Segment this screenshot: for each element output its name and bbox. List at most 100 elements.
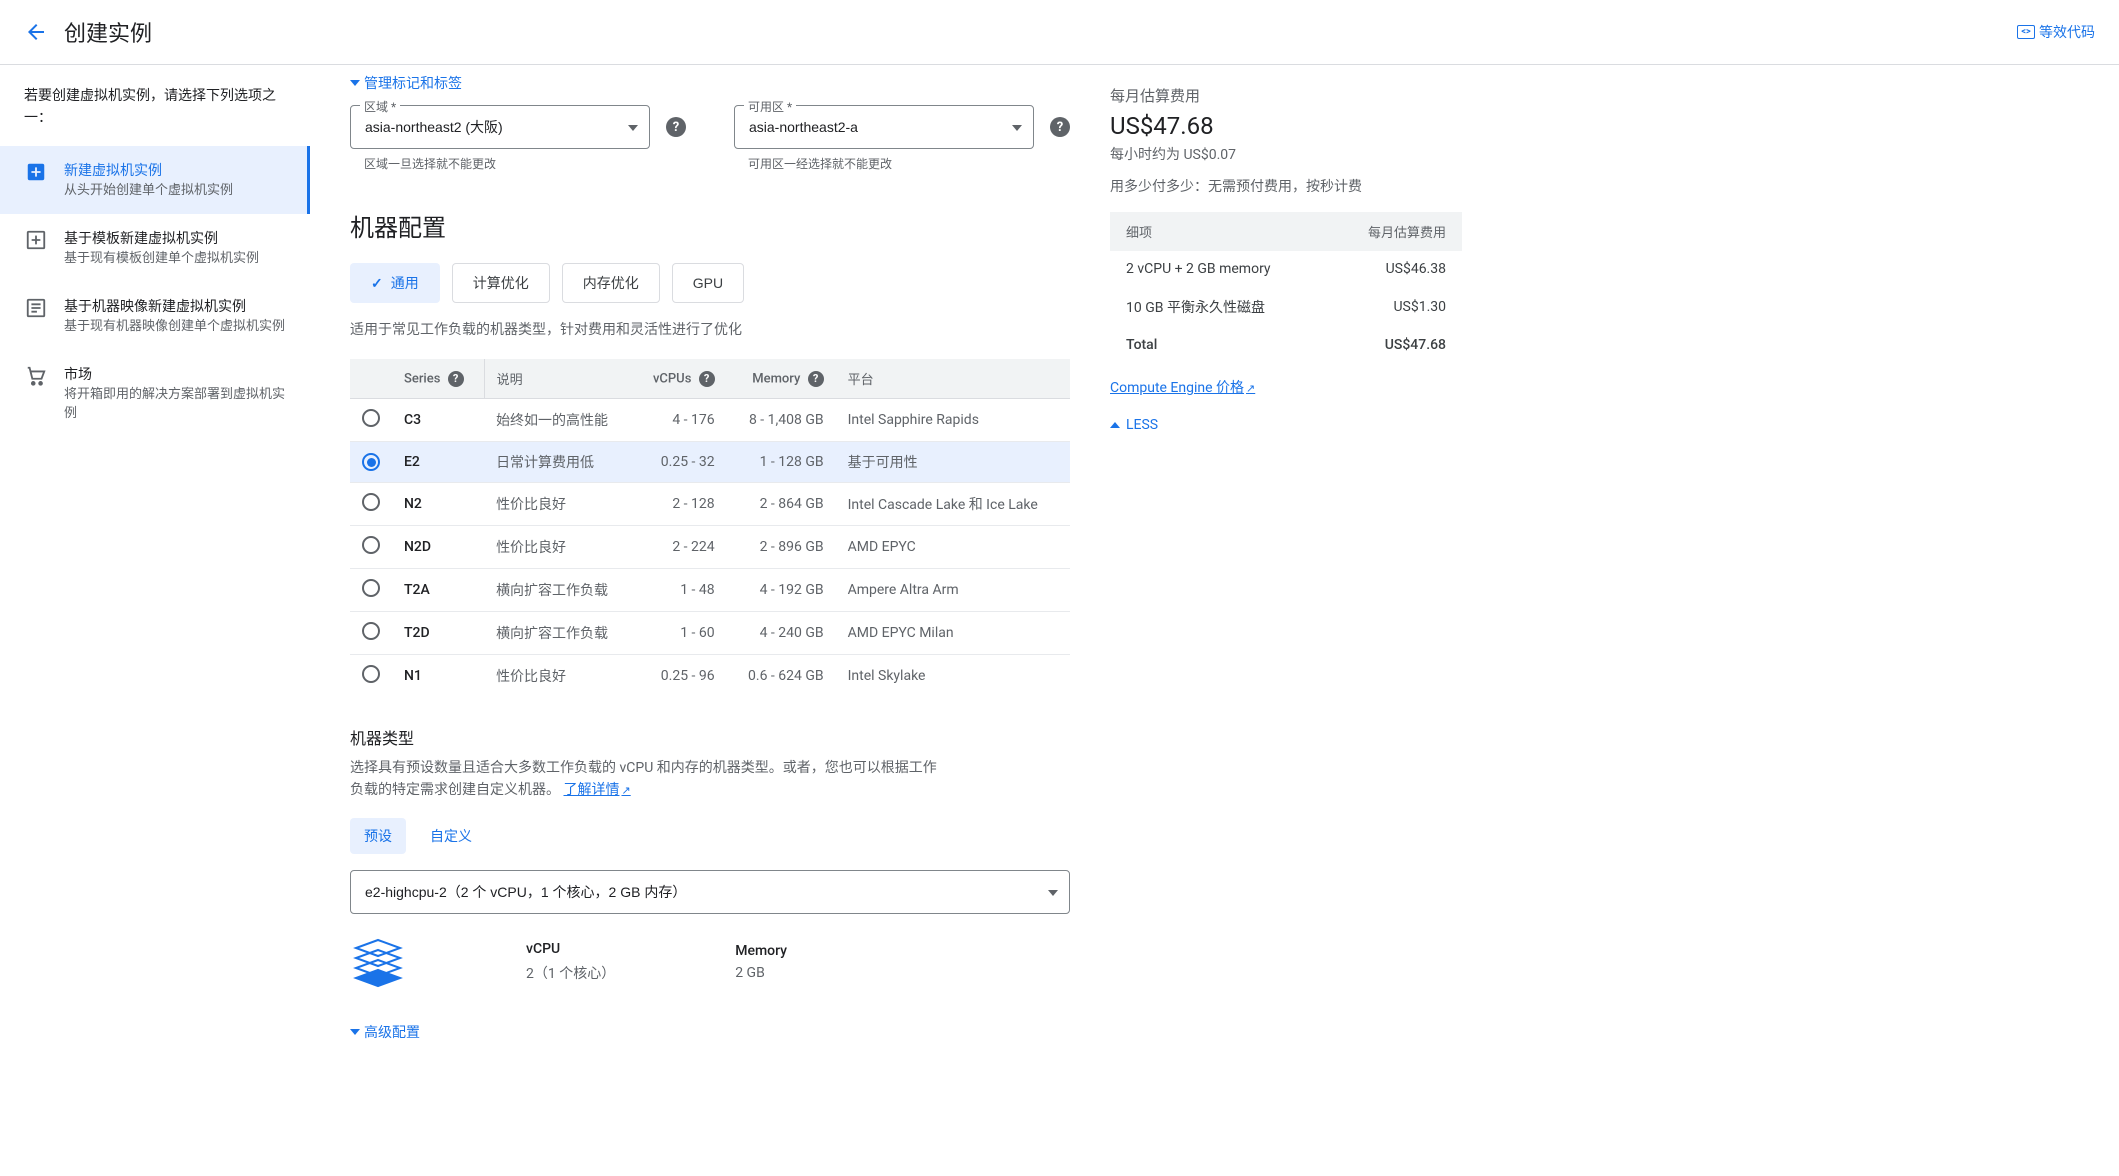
- series-cell: T2D: [392, 612, 484, 655]
- table-row[interactable]: T2D横向扩容工作负载1 - 604 - 240 GBAMD EPYC Mila…: [350, 612, 1070, 655]
- machine-series-table: Series ? 说明 vCPUs ? Memory ? 平台 C3始终如一的高…: [350, 359, 1070, 697]
- pricing-link[interactable]: Compute Engine 价格↗: [1110, 377, 1255, 397]
- help-icon[interactable]: ?: [448, 371, 464, 387]
- less-label: LESS: [1126, 417, 1158, 433]
- manage-tags-link[interactable]: 管理标记和标签: [350, 65, 1070, 101]
- radio-button[interactable]: [362, 622, 380, 640]
- memory-cell: 8 - 1,408 GB: [727, 399, 836, 442]
- table-row[interactable]: T2A横向扩容工作负载1 - 484 - 192 GBAmpere Altra …: [350, 569, 1070, 612]
- radio-button[interactable]: [362, 409, 380, 427]
- table-row[interactable]: N2D性价比良好2 - 2242 - 896 GBAMD EPYC: [350, 526, 1070, 569]
- desc-cell: 性价比良好: [484, 483, 633, 526]
- cost-total-label: Total: [1110, 327, 1327, 363]
- custom-tab[interactable]: 自定义: [430, 818, 472, 854]
- cpu-layers-icon: [350, 934, 406, 990]
- radio-button[interactable]: [362, 453, 380, 471]
- memory-label: Memory: [735, 943, 787, 959]
- table-row[interactable]: N1性价比良好0.25 - 960.6 - 624 GBIntel Skylak…: [350, 655, 1070, 698]
- radio-button[interactable]: [362, 536, 380, 554]
- cost-total-row: TotalUS$47.68: [1110, 327, 1462, 363]
- advanced-config-link[interactable]: 高级配置: [350, 1014, 1070, 1050]
- cost-panel: 每月估算费用 US$47.68 每小时约为 US$0.07 用多少付多少：无需预…: [1110, 65, 1490, 1090]
- page-title: 创建实例: [64, 16, 152, 48]
- less-button[interactable]: LESS: [1110, 417, 1462, 433]
- preset-tab[interactable]: 预设: [350, 818, 406, 854]
- sidebar-item-title: 新建虚拟机实例: [64, 160, 233, 180]
- help-icon[interactable]: ?: [699, 371, 715, 387]
- sidebar-item-title: 基于机器映像新建虚拟机实例: [64, 296, 285, 316]
- cost-row: 2 vCPU + 2 GB memoryUS$46.38: [1110, 251, 1462, 287]
- tab-memory[interactable]: 内存优化: [562, 263, 660, 303]
- external-link-icon: ↗: [621, 784, 630, 797]
- platform-cell: 基于可用性: [836, 442, 1070, 483]
- memory-cell: 0.6 - 624 GB: [727, 655, 836, 698]
- table-row[interactable]: C3始终如一的高性能4 - 1768 - 1,408 GBIntel Sapph…: [350, 399, 1070, 442]
- radio-button[interactable]: [362, 579, 380, 597]
- desc-cell: 始终如一的高性能: [484, 399, 633, 442]
- check-icon: ✓: [371, 275, 383, 292]
- chevron-up-icon: [1110, 422, 1120, 428]
- chevron-down-icon: [350, 1029, 360, 1035]
- sidebar-item-desc: 将开箱即用的解决方案部署到虚拟机实例: [64, 386, 286, 422]
- tab-general[interactable]: ✓ 通用: [350, 263, 440, 303]
- tab-label: 通用: [391, 273, 419, 293]
- table-row[interactable]: E2日常计算费用低0.25 - 321 - 128 GB基于可用性: [350, 442, 1070, 483]
- desc-cell: 性价比良好: [484, 655, 633, 698]
- cost-item: 10 GB 平衡永久性磁盘: [1110, 287, 1327, 327]
- sidebar-intro: 若要创建虚拟机实例，请选择下列选项之一：: [0, 85, 310, 146]
- sidebar-item-from-template[interactable]: 基于模板新建虚拟机实例 基于现有模板创建单个虚拟机实例: [0, 214, 310, 282]
- desc-cell: 日常计算费用低: [484, 442, 633, 483]
- template-plus-icon: [24, 228, 48, 252]
- help-icon[interactable]: ?: [1050, 117, 1070, 137]
- region-label: 区域 *: [360, 98, 400, 115]
- cost-breakdown-table: 细项 每月估算费用 2 vCPU + 2 GB memoryUS$46.3810…: [1110, 212, 1462, 363]
- vcpus-cell: 1 - 48: [633, 569, 727, 612]
- learn-more-link[interactable]: 了解详情↗: [563, 782, 630, 798]
- manage-tags-label: 管理标记和标签: [364, 73, 462, 93]
- platform-cell: Intel Skylake: [836, 655, 1070, 698]
- vcpu-value: 2（1 个核心）: [526, 963, 615, 983]
- sidebar-item-new-vm[interactable]: 新建虚拟机实例 从头开始创建单个虚拟机实例: [0, 146, 310, 214]
- equivalent-code-label: 等效代码: [2039, 22, 2095, 42]
- sidebar-item-marketplace[interactable]: 市场 将开箱即用的解决方案部署到虚拟机实例: [0, 350, 310, 436]
- chevron-down-icon: [350, 80, 360, 86]
- machine-config-heading: 机器配置: [350, 208, 1070, 243]
- cost-col-monthly: 每月估算费用: [1327, 212, 1462, 251]
- tab-gpu[interactable]: GPU: [672, 263, 744, 303]
- series-cell: N2: [392, 483, 484, 526]
- back-arrow-icon[interactable]: [24, 20, 48, 44]
- col-platform: 平台: [836, 359, 1070, 399]
- radio-button[interactable]: [362, 665, 380, 683]
- vcpus-cell: 0.25 - 96: [633, 655, 727, 698]
- machine-type-desc: 选择具有预设数量且适合大多数工作负载的 vCPU 和内存的机器类型。或者，您也可…: [350, 757, 950, 802]
- tab-compute[interactable]: 计算优化: [452, 263, 550, 303]
- vcpus-cell: 4 - 176: [633, 399, 727, 442]
- sidebar: 若要创建虚拟机实例，请选择下列选项之一： 新建虚拟机实例 从头开始创建单个虚拟机…: [0, 65, 310, 1090]
- platform-cell: Ampere Altra Arm: [836, 569, 1070, 612]
- machine-type-select[interactable]: e2-highcpu-2（2 个 vCPU，1 个核心，2 GB 内存）: [350, 870, 1070, 914]
- memory-cell: 2 - 896 GB: [727, 526, 836, 569]
- series-cell: C3: [392, 399, 484, 442]
- radio-button[interactable]: [362, 493, 380, 511]
- sidebar-item-title: 市场: [64, 364, 286, 384]
- vcpus-cell: 1 - 60: [633, 612, 727, 655]
- memory-value: 2 GB: [735, 965, 787, 981]
- help-icon[interactable]: ?: [666, 117, 686, 137]
- machine-family-tabs: ✓ 通用 计算优化 内存优化 GPU: [350, 263, 1070, 303]
- vcpus-cell: 0.25 - 32: [633, 442, 727, 483]
- memory-cell: 2 - 864 GB: [727, 483, 836, 526]
- help-icon[interactable]: ?: [808, 371, 824, 387]
- sidebar-item-desc: 从头开始创建单个虚拟机实例: [64, 182, 233, 200]
- sidebar-item-title: 基于模板新建虚拟机实例: [64, 228, 259, 248]
- tab-label: 计算优化: [473, 273, 529, 293]
- sidebar-item-desc: 基于现有模板创建单个虚拟机实例: [64, 250, 259, 268]
- content-panel: 管理标记和标签 区域 * asia-northeast2 (大阪) ? 区域一旦…: [310, 65, 1110, 1090]
- cost-note: 用多少付多少：无需预付费用，按秒计费: [1110, 176, 1462, 196]
- memory-cell: 1 - 128 GB: [727, 442, 836, 483]
- cost-row: 10 GB 平衡永久性磁盘US$1.30: [1110, 287, 1462, 327]
- table-row[interactable]: N2性价比良好2 - 1282 - 864 GBIntel Cascade La…: [350, 483, 1070, 526]
- top-bar: 创建实例 <> 等效代码: [0, 0, 2119, 65]
- sidebar-item-from-image[interactable]: 基于机器映像新建虚拟机实例 基于现有机器映像创建单个虚拟机实例: [0, 282, 310, 350]
- equivalent-code-button[interactable]: <> 等效代码: [2017, 22, 2095, 42]
- zone-hint: 可用区一经选择就不能更改: [734, 155, 1070, 172]
